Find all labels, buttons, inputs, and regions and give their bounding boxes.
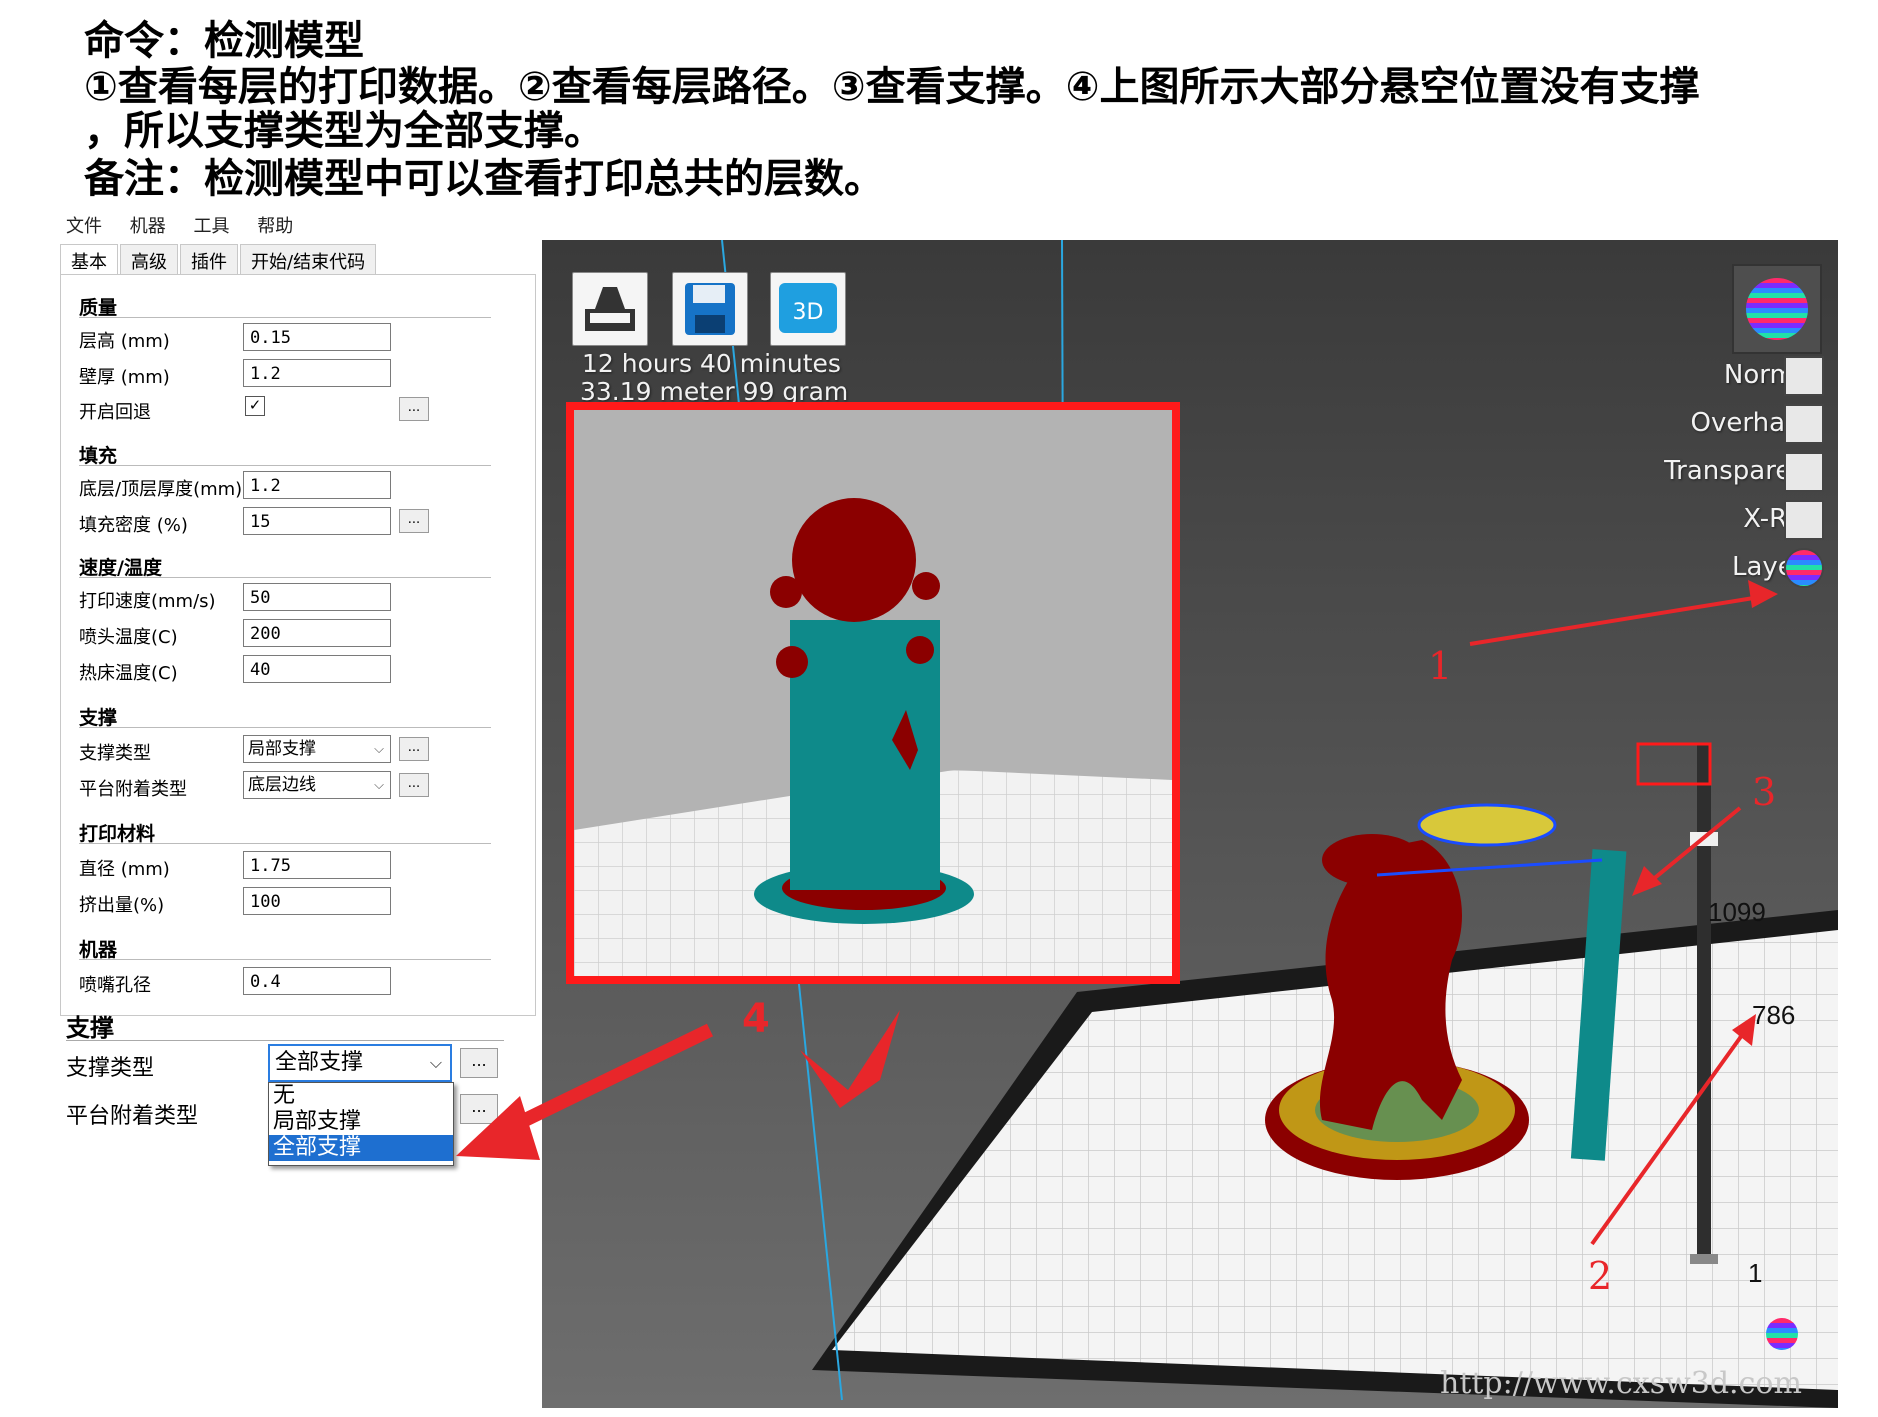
annotation-arrows — [456, 580, 1778, 1246]
annotation-1: 1 — [1428, 644, 1453, 688]
annotation-4: 4 — [742, 996, 770, 1042]
watermark: http://www.cxsw3d.com — [1440, 1366, 1802, 1401]
checkmark-icon — [800, 1010, 900, 1108]
annotation-3: 3 — [1752, 770, 1777, 814]
annotation-2: 2 — [1588, 1254, 1613, 1298]
